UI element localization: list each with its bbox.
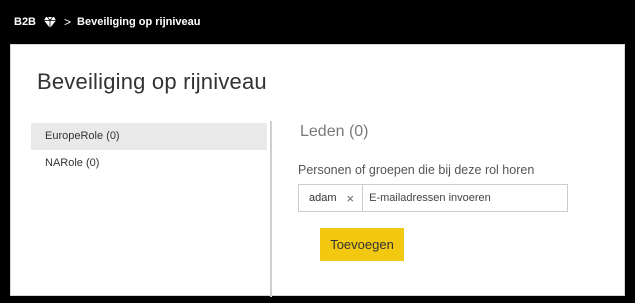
row-level-security-panel: Beveiliging op rijniveau EuropeRole (0) … <box>10 44 625 297</box>
roles-list: EuropeRole (0) NARole (0) <box>31 123 267 177</box>
member-chip-label: adam <box>309 192 337 204</box>
diamond-gem-icon <box>44 16 57 28</box>
page-title: Beveiliging op rijniveau <box>37 69 267 94</box>
members-field-label: Personen of groepen die bij deze rol hor… <box>298 163 535 177</box>
remove-member-icon[interactable]: × <box>347 192 355 205</box>
email-input[interactable] <box>363 185 544 211</box>
app-window: B2B > Beveiliging op rijniveau Beveiligi… <box>0 0 635 303</box>
top-navigation-bar: B2B > Beveiliging op rijniveau <box>0 0 635 44</box>
workspace-name[interactable]: B2B <box>14 16 36 28</box>
add-button[interactable]: Toevoegen <box>320 228 404 261</box>
role-item-narole[interactable]: NARole (0) <box>31 150 267 177</box>
panel-divider <box>270 121 272 297</box>
member-picker: adam × <box>298 184 568 212</box>
role-item-europerole[interactable]: EuropeRole (0) <box>31 123 267 150</box>
member-chip: adam × <box>299 185 364 211</box>
breadcrumb-separator-icon: > <box>64 15 72 29</box>
members-title: Leden (0) <box>300 123 369 140</box>
breadcrumb-current: Beveiliging op rijniveau <box>77 16 201 28</box>
